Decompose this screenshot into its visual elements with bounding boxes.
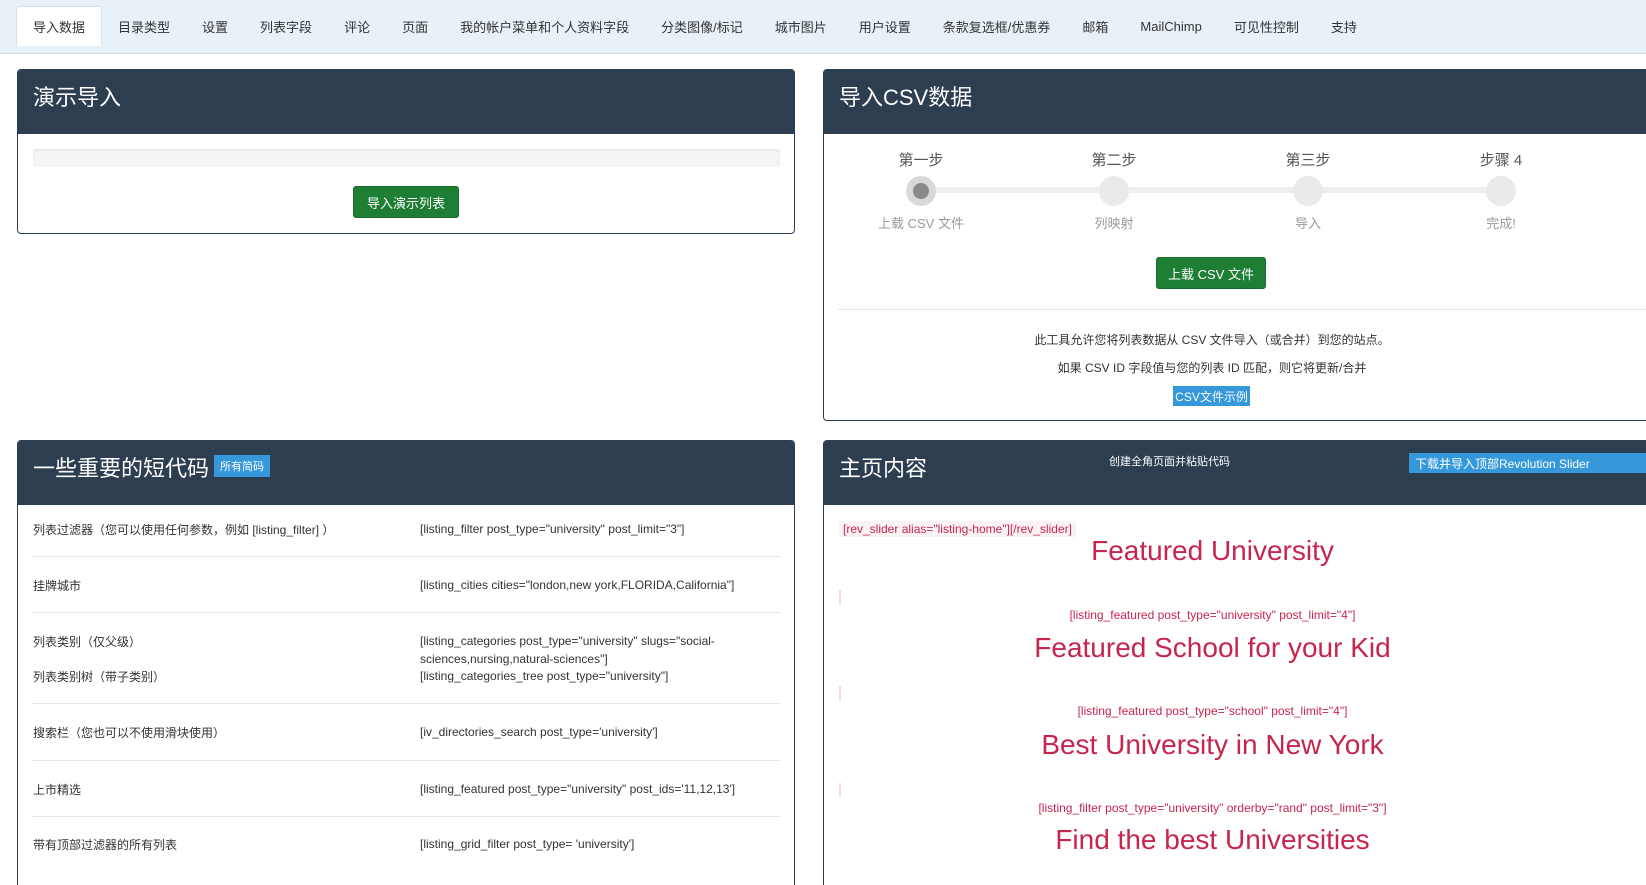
download-revolution-slider-button[interactable]: 下载并导入顶部Revolution Slider: [1409, 453, 1646, 473]
upload-csv-button[interactable]: 上载 CSV 文件: [1156, 257, 1266, 289]
code-marker: [839, 783, 841, 797]
shortcode-label: 列表类别（仅父级）: [33, 635, 142, 649]
code-marker: [839, 686, 841, 700]
tab-city-images[interactable]: 城市图片: [759, 6, 843, 46]
step-sub: 完成!: [1486, 216, 1516, 231]
import-demo-button[interactable]: 导入演示列表: [353, 186, 459, 218]
section-title: Find the best Universities: [1055, 824, 1370, 855]
section-shortcode: [listing_filter post_type="university" o…: [1038, 801, 1387, 815]
tab-user-settings[interactable]: 用户设置: [843, 6, 927, 46]
step-dot-active: [906, 176, 936, 206]
shortcodes-panel: 一些重要的短代码 所有简码 列表过滤器（您可以使用任何参数，例如 [listin…: [17, 440, 795, 885]
shortcode-code: [listing_categories_tree post_type="univ…: [420, 669, 669, 683]
csv-import-panel: 导入CSV数据 第一步 上载 CSV 文件 第二步 列映射 第三步 导入 步骤 …: [823, 69, 1646, 421]
tab-settings[interactable]: 设置: [186, 6, 244, 46]
shortcode-row: 列表类别（仅父级） 列表类别树（带子类别） [listing_categorie…: [32, 613, 780, 704]
shortcode-code: [iv_directories_search post_type='univer…: [420, 725, 658, 739]
section-title: Best University in New York: [1041, 729, 1384, 760]
tab-category-images[interactable]: 分类图像/标记: [645, 6, 759, 46]
shortcode-code: [listing_categories post_type="universit…: [420, 634, 715, 666]
panel-title: 主页内容: [839, 456, 928, 481]
all-shortcodes-badge[interactable]: 所有简码: [214, 455, 270, 477]
shortcode-row: 带有顶部过滤器的所有列表 [listing_grid_filter post_t…: [32, 817, 780, 873]
shortcode-row: 上市精选 [listing_featured post_type="univer…: [32, 761, 780, 817]
step-name: 第一步: [898, 152, 944, 169]
tab-directory-types[interactable]: 目录类型: [102, 6, 186, 46]
step-name: 第三步: [1285, 152, 1331, 169]
shortcode-label: 上市精选: [33, 783, 82, 797]
tab-account-menu[interactable]: 我的帐户菜单和个人资料字段: [444, 6, 645, 46]
csv-merge-note: 如果 CSV ID 字段值与您的列表 ID 匹配，则它将更新/合并: [1057, 361, 1367, 375]
divider: [838, 309, 1646, 310]
tab-bar: 导入数据 目录类型 设置 列表字段 评论 页面 我的帐户菜单和个人资料字段 分类…: [0, 0, 1646, 54]
tab-terms-coupons[interactable]: 条款复选框/优惠券: [927, 6, 1067, 46]
tabs: 导入数据 目录类型 设置 列表字段 评论 页面 我的帐户菜单和个人资料字段 分类…: [16, 6, 1646, 46]
shortcode-label: 列表过滤器（您可以使用任何参数，例如 [listing_filter] ）: [33, 523, 335, 537]
section-shortcode: [listing_featured post_type="school" pos…: [1077, 704, 1348, 718]
tab-visibility[interactable]: 可见性控制: [1218, 6, 1315, 46]
step-dot: [1099, 176, 1129, 206]
section-title: Featured University: [1091, 535, 1334, 566]
section-shortcode: [listing_featured post_type="university"…: [1069, 608, 1356, 622]
step-sub: 列映射: [1094, 216, 1134, 231]
shortcode-label: 带有顶部过滤器的所有列表: [33, 838, 178, 852]
step-sub: 上载 CSV 文件: [878, 216, 964, 231]
demo-import-panel: 演示导入 导入演示列表: [17, 69, 795, 234]
tab-pages[interactable]: 页面: [386, 6, 444, 46]
csv-example-button[interactable]: CSV文件示例: [1173, 386, 1250, 406]
panel-title: 一些重要的短代码: [33, 456, 210, 481]
full-width-page-note: 创建全角页面并粘贴代码: [1109, 456, 1230, 468]
step-sub: 导入: [1294, 216, 1321, 231]
home-content-panel: 主页内容 创建全角页面并粘贴代码 下载并导入顶部Revolution Slide…: [823, 440, 1646, 885]
step-name: 第二步: [1091, 152, 1137, 169]
csv-description: 此工具允许您将列表数据从 CSV 文件导入（或合并）到您的站点。: [1034, 333, 1390, 347]
shortcode-code: [listing_featured post_type="university"…: [420, 782, 736, 796]
step-dot: [1486, 176, 1516, 206]
shortcode-code: [listing_filter post_type="university" p…: [420, 522, 685, 536]
wizard-step-1: 第一步 上载 CSV 文件: [856, 70, 986, 240]
step-dot: [1293, 176, 1323, 206]
shortcode-code: [listing_cities cities="london,new york,…: [420, 578, 735, 592]
shortcode-label: 列表类别树（带子类别）: [33, 670, 166, 684]
panel-title: 演示导入: [33, 85, 122, 110]
panel-header: 主页内容 创建全角页面并粘贴代码 下载并导入顶部Revolution Slide…: [824, 441, 1646, 505]
import-progress-bar: [33, 149, 780, 167]
section-title: Featured School for your Kid: [1034, 632, 1391, 663]
panel-header: 一些重要的短代码 所有简码: [18, 441, 794, 505]
tab-reviews[interactable]: 评论: [328, 6, 386, 46]
tab-support[interactable]: 支持: [1315, 6, 1373, 46]
wizard-track: [921, 187, 1501, 193]
shortcode-row: 搜索栏（您也可以不使用滑块使用） [iv_directories_search …: [32, 704, 780, 761]
wizard-step-4: 步骤 4 完成!: [1436, 70, 1566, 240]
wizard-step-3: 第三步 导入: [1243, 70, 1373, 240]
code-marker: [839, 590, 841, 604]
tab-listing-fields[interactable]: 列表字段: [244, 6, 328, 46]
shortcode-label: 搜索栏（您也可以不使用滑块使用）: [33, 726, 226, 740]
shortcode-row: 列表过滤器（您可以使用任何参数，例如 [listing_filter] ） [l…: [32, 505, 780, 557]
tab-import-data[interactable]: 导入数据: [16, 6, 103, 46]
step-name: 步骤 4: [1479, 152, 1523, 169]
shortcode-label: 挂牌城市: [33, 579, 82, 593]
tab-email[interactable]: 邮箱: [1066, 6, 1124, 46]
shortcode-code: [listing_grid_filter post_type= 'univers…: [420, 837, 635, 851]
tab-mailchimp[interactable]: MailChimp: [1124, 6, 1217, 46]
wizard-step-2: 第二步 列映射: [1049, 70, 1179, 240]
panel-header: 演示导入: [18, 70, 794, 134]
shortcode-row: 挂牌城市 [listing_cities cities="london,new …: [32, 557, 780, 613]
